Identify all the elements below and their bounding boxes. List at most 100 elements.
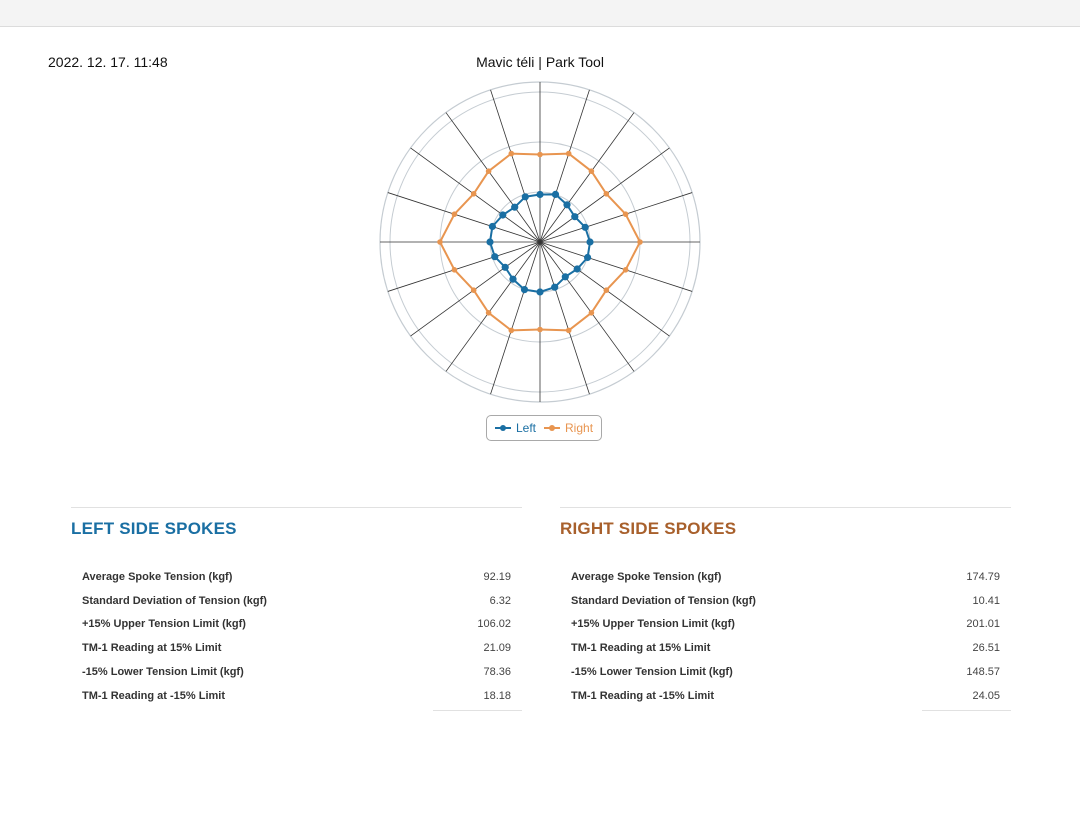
data-point-right-9: [565, 327, 572, 334]
stat-row: Average Spoke Tension (kgf) 174.79: [560, 565, 1011, 589]
radar-spoke-axis-6: [539, 241, 693, 292]
radar-spoke-axis-1: [539, 89, 590, 243]
stat-label: Standard Deviation of Tension (kgf): [571, 594, 756, 607]
stat-label: -15% Lower Tension Limit (kgf): [571, 666, 733, 679]
stat-row: -15% Lower Tension Limit (kgf) 78.36: [71, 660, 522, 684]
left-side-spokes-panel: LEFT SIDE SPOKES Average Spoke Tension (…: [71, 507, 522, 711]
legend-label-right: Right: [565, 421, 594, 435]
data-point-right-10: [537, 326, 543, 333]
data-point-right-18: [485, 168, 492, 174]
data-point-right-5: [637, 239, 643, 245]
report-title: Mavic téli | Park Tool: [476, 54, 604, 70]
data-point-right-2: [588, 168, 595, 174]
stat-label: TM-1 Reading at 15% Limit: [82, 642, 222, 655]
stat-row: Standard Deviation of Tension (kgf) 6.32: [71, 589, 522, 613]
data-point-right-4: [622, 211, 629, 217]
stat-value: 148.57: [966, 666, 1000, 679]
data-point-left-17: [499, 211, 507, 219]
stat-row: Average Spoke Tension (kgf) 92.19: [71, 565, 522, 589]
stat-label: TM-1 Reading at -15% Limit: [82, 689, 226, 702]
right-stats-list: Average Spoke Tension (kgf) 174.79 Standa…: [560, 565, 1011, 708]
radar-spoke-axis-18: [445, 112, 541, 243]
panel-bottom-divider: [433, 709, 522, 711]
legend-marker-right-icon: [544, 423, 561, 433]
radar-chart: [370, 72, 710, 412]
radar-spoke-axis-16: [387, 192, 541, 243]
data-point-left-3: [571, 213, 579, 221]
stat-row: -15% Lower Tension Limit (kgf) 148.57: [560, 660, 1011, 684]
stat-value: 10.41: [972, 594, 1000, 607]
stat-label: TM-1 Reading at -15% Limit: [571, 689, 715, 702]
stat-label: -15% Lower Tension Limit (kgf): [82, 666, 244, 679]
stat-label: +15% Upper Tension Limit (kgf): [82, 618, 246, 631]
data-point-left-15: [486, 238, 494, 246]
data-point-right-8: [588, 310, 595, 316]
legend-label-left: Left: [516, 421, 537, 435]
data-point-left-2: [563, 201, 571, 209]
stat-row: Standard Deviation of Tension (kgf) 10.41: [560, 589, 1011, 613]
stat-row: TM-1 Reading at 15% Limit 21.09: [71, 636, 522, 660]
data-point-right-0: [537, 151, 543, 158]
panel-bottom-divider: [922, 709, 1011, 711]
data-point-right-15: [437, 239, 443, 245]
browser-top-bar: [0, 0, 1080, 27]
panel-divider: [560, 507, 1011, 508]
stat-label: +15% Upper Tension Limit (kgf): [571, 618, 735, 631]
right-side-spokes-heading: RIGHT SIDE SPOKES: [560, 519, 737, 538]
stat-label: Standard Deviation of Tension (kgf): [82, 594, 267, 607]
data-point-left-8: [561, 273, 569, 281]
stat-value: 106.02: [477, 618, 511, 631]
data-point-left-10: [536, 288, 544, 296]
stat-value: 78.36: [483, 666, 511, 679]
data-point-left-9: [551, 283, 559, 291]
radar-spoke-axis-2: [539, 112, 635, 243]
data-point-right-14: [451, 267, 458, 273]
data-point-right-1: [565, 150, 572, 157]
radar-spoke-axis-12: [445, 241, 541, 372]
data-point-right-6: [622, 267, 629, 273]
stat-value: 21.09: [483, 642, 511, 655]
stat-value: 92.19: [483, 570, 511, 583]
legend-item-left[interactable]: Left: [495, 421, 536, 435]
radar-spoke-axis-8: [539, 241, 635, 372]
data-point-left-12: [509, 275, 517, 283]
radar-spoke-axis-11: [490, 241, 541, 395]
data-point-right-17: [470, 191, 477, 197]
data-point-left-6: [584, 253, 592, 262]
data-point-right-16: [451, 211, 458, 217]
stat-label: Average Spoke Tension (kgf): [571, 570, 722, 583]
data-point-right-19: [508, 150, 515, 157]
stat-row: TM-1 Reading at 15% Limit 26.51: [560, 636, 1011, 660]
data-point-right-3: [603, 191, 610, 197]
stat-value: 6.32: [489, 594, 511, 607]
stat-label: TM-1 Reading at 15% Limit: [571, 642, 711, 655]
stat-row: +15% Upper Tension Limit (kgf) 201.01: [560, 613, 1011, 637]
stat-value: 201.01: [966, 618, 1000, 631]
legend-item-right[interactable]: Right: [544, 421, 593, 435]
data-point-left-0: [536, 190, 544, 199]
data-point-left-1: [551, 190, 560, 198]
legend-marker-left-icon: [495, 423, 511, 433]
data-point-left-13: [501, 263, 509, 271]
data-point-left-4: [581, 223, 589, 231]
stat-row: +15% Upper Tension Limit (kgf) 106.02: [71, 613, 522, 637]
data-point-right-11: [508, 327, 515, 334]
data-point-left-18: [511, 203, 519, 211]
data-point-right-13: [470, 287, 477, 293]
right-side-spokes-panel: RIGHT SIDE SPOKES Average Spoke Tension …: [560, 507, 1011, 711]
stat-value: 24.05: [972, 689, 1000, 702]
panel-divider: [71, 507, 522, 508]
left-stats-list: Average Spoke Tension (kgf) 92.19 Standar…: [71, 565, 522, 708]
stat-value: 174.79: [966, 570, 1000, 583]
stat-value: 26.51: [972, 642, 1000, 655]
data-point-right-12: [485, 310, 492, 316]
data-point-left-16: [488, 222, 496, 231]
stat-row: TM-1 Reading at -15% Limit 24.05: [560, 684, 1011, 708]
stat-label: Average Spoke Tension (kgf): [82, 570, 233, 583]
left-side-spokes-heading: LEFT SIDE SPOKES: [71, 519, 237, 538]
stat-value: 18.18: [483, 689, 511, 702]
data-point-left-7: [573, 265, 581, 273]
data-point-left-19: [521, 193, 529, 201]
chart-legend: Left Right: [486, 415, 603, 441]
data-point-left-14: [491, 253, 499, 261]
